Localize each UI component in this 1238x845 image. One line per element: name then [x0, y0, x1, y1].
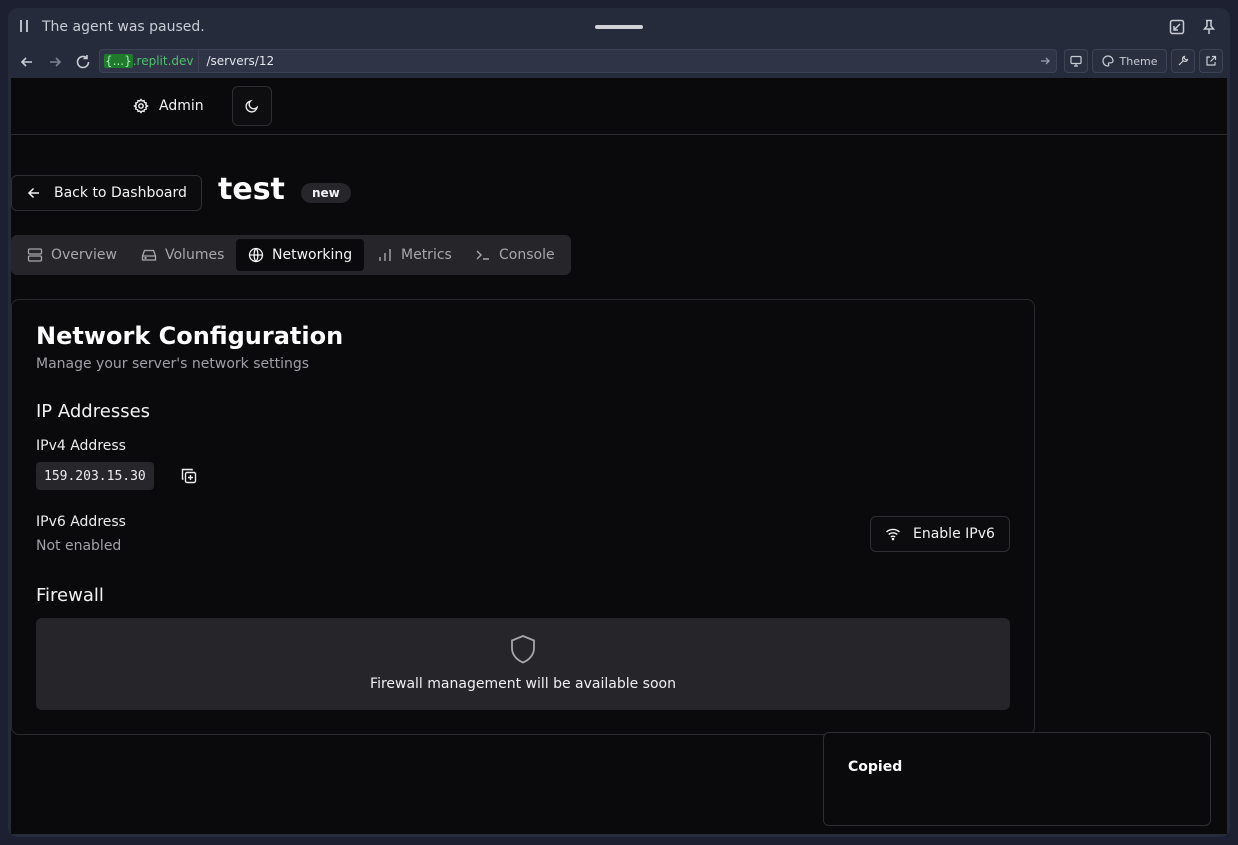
theme-button-label: Theme	[1119, 54, 1158, 68]
theme-button[interactable]: Theme	[1092, 49, 1167, 73]
pause-icon[interactable]	[20, 20, 32, 34]
shrink-window-icon[interactable]	[1168, 18, 1186, 36]
enable-ipv6-label: Enable IPv6	[913, 526, 995, 542]
admin-label: Admin	[159, 98, 204, 114]
url-go-arrow-icon[interactable]	[1038, 54, 1052, 68]
back-to-dashboard-button[interactable]: Back to Dashboard	[11, 175, 202, 211]
tab-label: Console	[499, 247, 555, 263]
wrench-icon	[1178, 55, 1189, 66]
ipv4-label: IPv4 Address	[36, 438, 126, 454]
url-host-domain: .replit.dev	[132, 54, 194, 68]
bar-chart-icon	[379, 249, 391, 261]
agent-status-bar: The agent was paused.	[8, 8, 1230, 46]
pin-icon[interactable]	[1200, 18, 1218, 36]
url-bar[interactable]: {...} .replit.dev /servers/12	[99, 49, 1057, 73]
tab-label: Volumes	[165, 247, 225, 263]
app-header: Admin	[11, 78, 1227, 135]
ipv6-value: Not enabled	[36, 538, 122, 554]
devices-button[interactable]	[1064, 49, 1088, 73]
open-new-tab-button[interactable]	[1199, 49, 1223, 73]
enable-ipv6-button[interactable]: Enable IPv6	[870, 516, 1010, 552]
card-title: Network Configuration	[36, 322, 344, 350]
terminal-icon	[476, 250, 489, 260]
url-path: /servers/12	[206, 54, 275, 68]
reload-icon[interactable]	[73, 52, 93, 72]
firewall-message: Firewall management will be available so…	[370, 676, 676, 692]
forward-arrow-icon[interactable]	[45, 52, 65, 72]
admin-link[interactable]: Admin	[133, 95, 204, 117]
gear-icon	[133, 98, 149, 114]
tab-label: Overview	[51, 247, 117, 263]
arrow-left-icon	[27, 187, 39, 199]
agent-status-text: The agent was paused.	[42, 19, 205, 35]
palette-icon	[1101, 55, 1114, 67]
tab-label: Metrics	[401, 247, 452, 263]
firewall-placeholder: Firewall management will be available so…	[36, 618, 1010, 710]
drag-handle[interactable]	[595, 25, 643, 29]
tab-console[interactable]: Console	[463, 239, 567, 271]
browser-url-row: {...} .replit.dev /servers/12 Theme	[8, 46, 1230, 78]
url-host: {...} .replit.dev	[100, 50, 199, 72]
back-arrow-icon[interactable]	[17, 52, 37, 72]
ipv4-value: 159.203.15.30	[36, 462, 154, 490]
copy-icon[interactable]	[180, 467, 198, 485]
ipv6-label: IPv6 Address	[36, 514, 126, 530]
wifi-icon	[886, 528, 900, 541]
moon-icon	[245, 99, 259, 113]
url-host-highlight: {...}	[104, 54, 133, 68]
server-tabs: Overview Volumes Networking Metrics Cons…	[11, 235, 571, 275]
card-subtitle: Manage your server's network settings	[36, 356, 310, 372]
copied-toast: Copied	[823, 732, 1211, 826]
devtools-button[interactable]	[1171, 49, 1195, 73]
dark-mode-toggle[interactable]	[232, 86, 272, 126]
monitor-icon	[1070, 55, 1082, 67]
app-viewport: Admin Back to Dashboard test new Overvie…	[11, 78, 1227, 834]
toast-title: Copied	[848, 759, 903, 775]
firewall-heading: Firewall	[36, 585, 104, 606]
external-link-icon	[1206, 55, 1217, 66]
tab-overview[interactable]: Overview	[15, 239, 129, 271]
tab-label: Networking	[272, 247, 353, 263]
server-icon	[27, 248, 43, 262]
tab-metrics[interactable]: Metrics	[365, 239, 464, 271]
back-to-dashboard-label: Back to Dashboard	[54, 185, 187, 201]
hard-drive-icon	[141, 249, 157, 261]
tab-volumes[interactable]: Volumes	[129, 239, 236, 271]
browser-window: The agent was paused. {...} .replit.dev /…	[8, 8, 1230, 837]
ip-addresses-heading: IP Addresses	[36, 401, 151, 422]
page-title: test	[218, 172, 285, 207]
status-badge: new	[301, 183, 351, 203]
globe-icon	[248, 247, 264, 263]
tab-networking[interactable]: Networking	[236, 239, 365, 271]
shield-icon	[511, 635, 535, 664]
network-configuration-card: Network Configuration Manage your server…	[11, 299, 1035, 735]
